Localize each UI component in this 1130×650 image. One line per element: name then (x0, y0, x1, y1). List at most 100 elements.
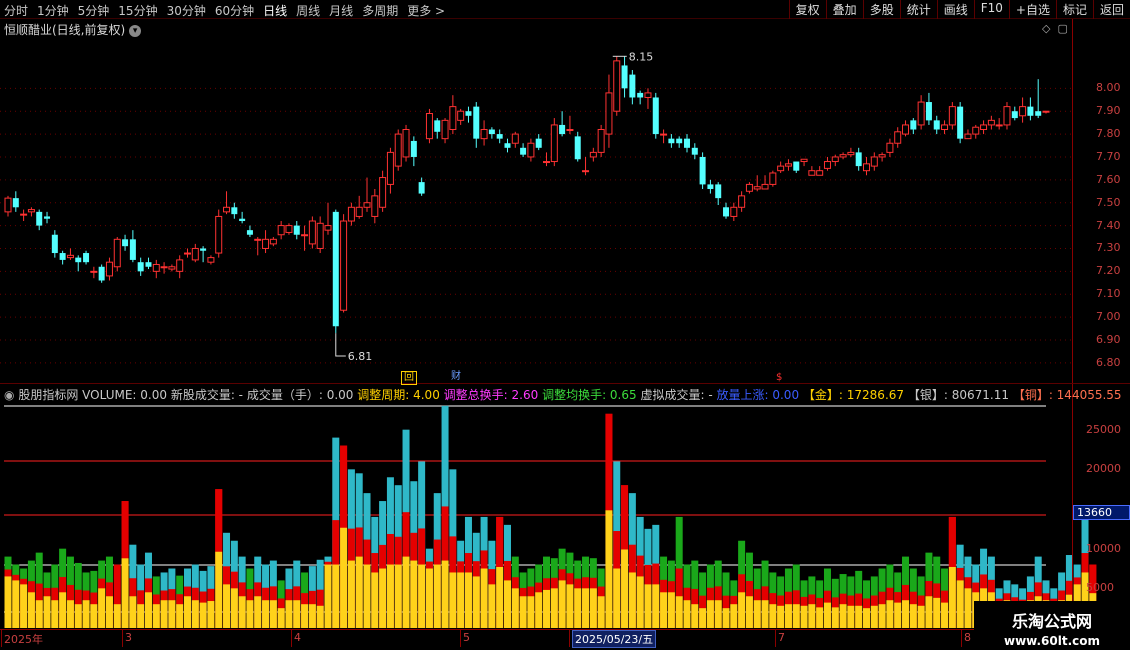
candle-body-up (449, 106, 457, 131)
candle-body-up (769, 172, 777, 185)
volume-bar-yellow (956, 580, 964, 628)
candle-body-up (980, 124, 988, 131)
candle-body-down (231, 207, 238, 215)
volume-bar-yellow (800, 605, 808, 628)
volume-bar-yellow (425, 568, 433, 628)
price-tick-label: 7.00 (1096, 310, 1121, 324)
volume-bar-yellow (589, 588, 597, 628)
candle-body-up (285, 225, 293, 233)
volume-bar-yellow (51, 600, 59, 628)
event-badge-dollar[interactable]: $ (774, 372, 784, 384)
candle-body-down (855, 152, 862, 167)
candle-body-up (168, 266, 176, 270)
candle-body-up (550, 124, 558, 163)
volume-bar-yellow (293, 600, 301, 628)
candle-body-up (847, 151, 855, 156)
volume-bar-yellow (808, 604, 816, 628)
candle-body-down (933, 120, 940, 130)
candle-body-up (808, 170, 816, 176)
ind-copper: 【铜】: 144055.55 (1012, 388, 1122, 402)
indicator-name[interactable]: 股朋指标网 (18, 388, 78, 402)
volume-bar-yellow (933, 597, 941, 628)
date-label: 8 (964, 631, 971, 644)
volume-bar-yellow (144, 592, 152, 628)
volume-bar-yellow (184, 596, 192, 628)
candle-body-up (995, 124, 1003, 127)
candle-body-up (66, 254, 74, 259)
candle-body-down (504, 143, 511, 148)
volume-bar-red (215, 489, 223, 552)
candle-body-down (520, 147, 527, 155)
volume-bar-yellow (371, 572, 379, 628)
volume-bar-yellow (660, 592, 668, 628)
volume-bar-yellow (82, 600, 90, 628)
candle-body-up (269, 238, 277, 245)
volume-bar-yellow (457, 572, 465, 628)
candle-body-up (316, 222, 324, 249)
volume-bar-red (340, 445, 348, 528)
indicator-settings-icon[interactable]: ◉ (4, 388, 14, 402)
candle-body-up (20, 213, 28, 216)
volume-bar-yellow (917, 605, 925, 628)
price-tick-label: 7.20 (1096, 264, 1121, 278)
candle-body-up (1003, 106, 1011, 126)
event-badge-cai[interactable]: 财 (449, 371, 463, 383)
price-tick-label: 7.10 (1096, 287, 1121, 301)
volume-bar-yellow (894, 602, 902, 628)
volume-bar-yellow (98, 588, 106, 628)
candle-body-up (152, 263, 160, 272)
candle-body-up (839, 154, 847, 158)
volume-bar-yellow (4, 576, 12, 628)
candle-body-down (683, 138, 690, 148)
volume-bar-yellow (121, 558, 129, 628)
candle-body-down (98, 266, 105, 281)
candle-body-up (862, 163, 870, 172)
volume-bar-yellow (628, 572, 636, 628)
candle-body-down (239, 218, 246, 222)
volume-bar-yellow (652, 584, 660, 628)
panel-separator[interactable] (0, 383, 1130, 384)
volume-bar-yellow (12, 580, 20, 628)
candle-body-down (51, 234, 58, 254)
volume-bar-yellow (488, 584, 496, 628)
candle-body-down (925, 102, 932, 121)
volume-bar-yellow (753, 600, 761, 628)
volume-bar-yellow (597, 596, 605, 628)
candle-body-up (543, 161, 551, 164)
candle-body-up (730, 206, 738, 217)
volume-bar-yellow (847, 605, 855, 628)
candle-body-down (910, 120, 917, 130)
candle-body-up (753, 186, 761, 190)
volume-bar-yellow (792, 604, 800, 628)
volume-bar-yellow (441, 560, 449, 628)
date-label: 2025年 (4, 633, 43, 646)
candle-body-up (223, 206, 231, 213)
candle-body-up (386, 151, 394, 185)
candle-body-down (246, 230, 253, 235)
volume-bar-yellow (191, 600, 199, 628)
kline-chart[interactable]: 8.15 6.81 (0, 0, 1130, 650)
candle-body-up (894, 131, 902, 144)
candle-body-up (176, 259, 184, 272)
candle-body-up (262, 238, 270, 249)
volume-bar-yellow (27, 592, 35, 628)
event-badge-hui[interactable]: 回 (401, 371, 417, 385)
date-tick (569, 629, 570, 647)
volume-bar-yellow (902, 600, 910, 628)
volume-bar-yellow (831, 607, 839, 628)
price-tick-label: 7.30 (1096, 241, 1121, 255)
watermark: 乐淘公式网 www.60lt.com (974, 601, 1130, 650)
candle-body-down (496, 134, 503, 139)
candle-body-down (676, 138, 683, 144)
ind-total-turn: 调整总换手: 2.60 (443, 388, 539, 402)
volume-bar-yellow (410, 560, 418, 628)
price-tick-label: 7.50 (1096, 195, 1121, 209)
candle-body-up (784, 163, 792, 167)
volume-bar-yellow (964, 588, 972, 628)
volume-bar-red (948, 516, 956, 567)
candle-body-down (83, 253, 90, 263)
candle-body-down (129, 239, 136, 260)
date-tick (291, 629, 292, 647)
volume-bar-yellow (543, 589, 551, 628)
candle-body-up (425, 112, 433, 140)
